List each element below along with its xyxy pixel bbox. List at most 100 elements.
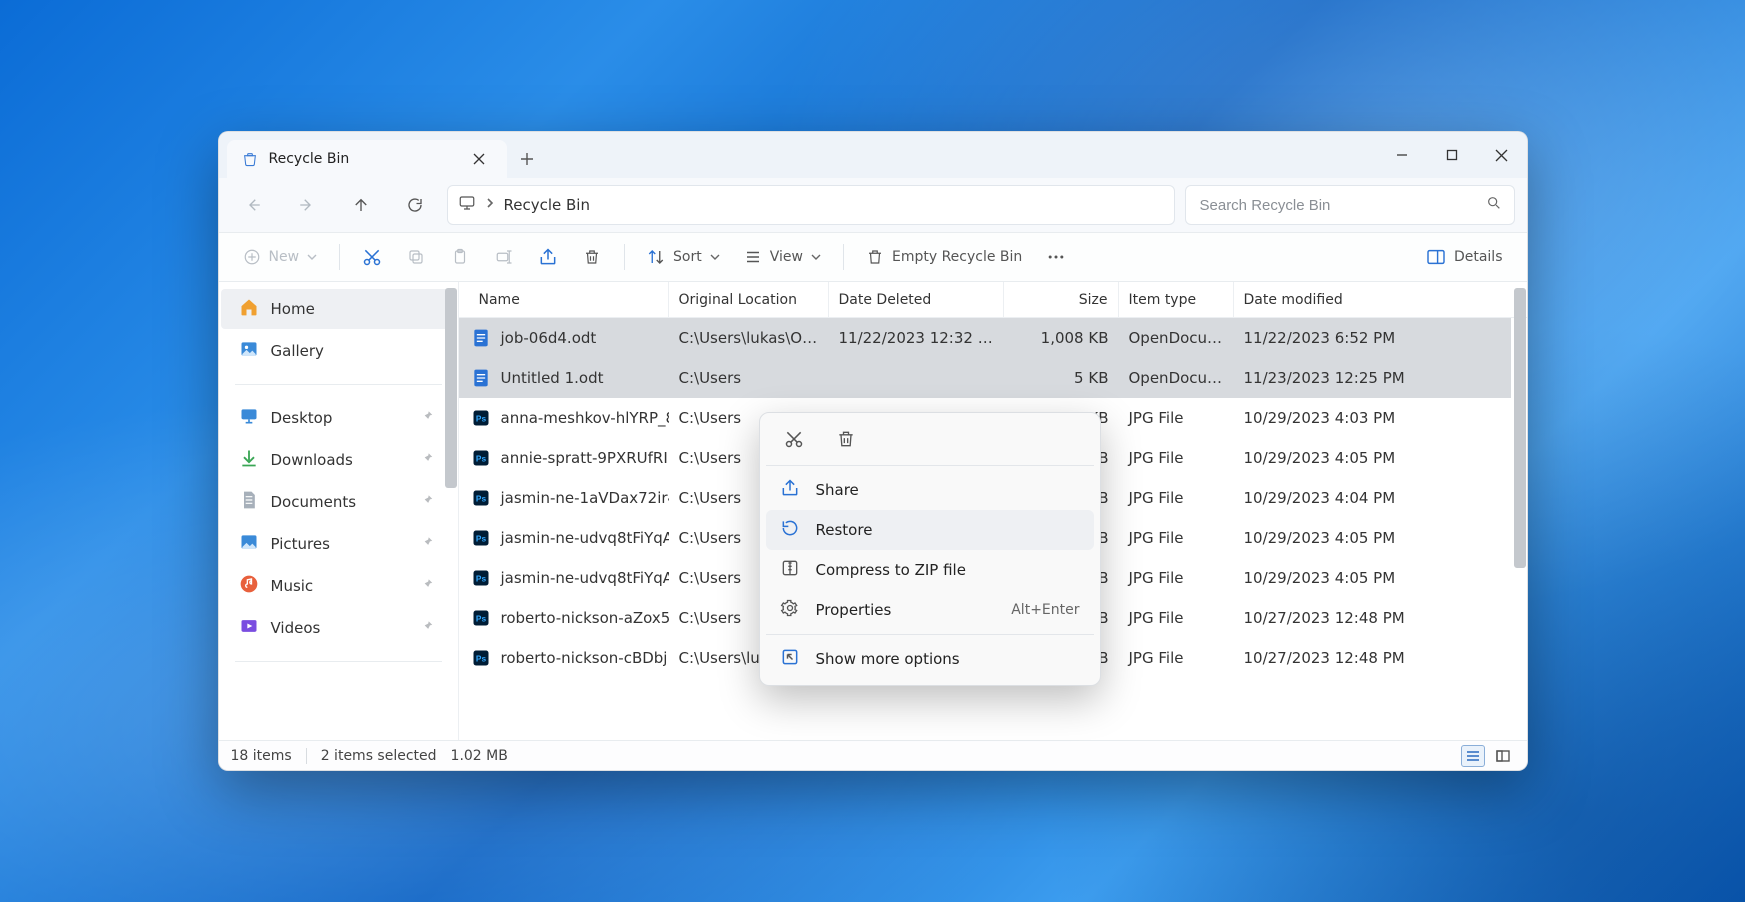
cell-date-modified: 11/22/2023 6:52 PM <box>1234 329 1511 347</box>
tab-close-button[interactable] <box>465 145 493 173</box>
details-pane-button[interactable]: Details <box>1416 239 1513 275</box>
file-icon <box>471 328 491 348</box>
file-icon: Ps <box>471 648 491 668</box>
cell-date-modified: 11/23/2023 12:25 PM <box>1234 369 1511 387</box>
chevron-down-icon <box>307 252 317 262</box>
col-name[interactable]: Name <box>459 282 669 317</box>
maximize-button[interactable] <box>1427 132 1477 178</box>
ctx-more-options[interactable]: Show more options <box>766 639 1094 679</box>
chevron-down-icon <box>710 252 720 262</box>
ctx-cut-button[interactable] <box>780 425 808 453</box>
sidebar-item-documents[interactable]: Documents <box>221 482 452 522</box>
pin-icon[interactable] <box>420 409 434 427</box>
pin-icon[interactable] <box>420 535 434 553</box>
sidebar-scrollbar[interactable] <box>444 282 458 740</box>
breadcrumb-location[interactable]: Recycle Bin <box>504 196 590 214</box>
ctx-restore[interactable]: Restore <box>766 510 1094 550</box>
paste-button[interactable] <box>440 239 480 275</box>
pictures-icon <box>239 532 259 556</box>
column-headers: Name Original Location Date Deleted Size… <box>459 282 1527 318</box>
file-name: anna-meshkov-hlYRP_8… <box>501 409 669 427</box>
sidebar-item-desktop[interactable]: Desktop <box>221 398 452 438</box>
ctx-delete-button[interactable] <box>832 425 860 453</box>
ctx-compress[interactable]: Compress to ZIP file <box>766 550 1094 590</box>
home-icon <box>239 297 259 321</box>
file-name: roberto-nickson-cBDbj… <box>501 649 669 667</box>
more-options-icon <box>780 647 800 671</box>
back-button[interactable] <box>231 185 275 225</box>
pin-icon[interactable] <box>420 577 434 595</box>
col-item-type[interactable]: Item type <box>1119 282 1234 317</box>
ctx-label: Properties <box>816 601 892 619</box>
sidebar-item-downloads[interactable]: Downloads <box>221 440 452 480</box>
ctx-label: Share <box>816 481 859 499</box>
close-window-button[interactable] <box>1477 132 1527 178</box>
svg-text:Ps: Ps <box>475 653 486 663</box>
forward-button[interactable] <box>285 185 329 225</box>
rename-button[interactable] <box>484 239 524 275</box>
share-button[interactable] <box>528 239 568 275</box>
file-explorer-window: Recycle Bin Recycle Bin <box>218 131 1528 771</box>
details-view-button[interactable] <box>1461 745 1485 767</box>
chevron-down-icon <box>811 252 821 262</box>
sidebar-item-home[interactable]: Home <box>221 289 452 329</box>
pin-icon[interactable] <box>420 619 434 637</box>
restore-icon <box>780 518 800 542</box>
cut-button[interactable] <box>352 239 392 275</box>
file-name: jasmin-ne-udvq8tFiYqA… <box>501 529 669 547</box>
ctx-label: Show more options <box>816 650 960 668</box>
empty-recycle-bin-button[interactable]: Empty Recycle Bin <box>856 239 1032 275</box>
ctx-properties[interactable]: Properties Alt+Enter <box>766 590 1094 630</box>
toolbar: New Sort View Empty Recycle Bin <box>219 232 1527 282</box>
up-button[interactable] <box>339 185 383 225</box>
cell-type: JPG File <box>1119 449 1234 467</box>
music-icon <box>239 574 259 598</box>
desktop-icon <box>239 406 259 430</box>
col-date-modified[interactable]: Date modified <box>1234 282 1511 317</box>
sidebar-item-music[interactable]: Music <box>221 566 452 606</box>
sidebar-divider <box>235 661 442 662</box>
sidebar-item-gallery[interactable]: Gallery <box>221 331 452 371</box>
search-box[interactable] <box>1185 185 1515 225</box>
cell-type: JPG File <box>1119 489 1234 507</box>
search-input[interactable] <box>1198 196 1478 215</box>
cell-date-modified: 10/27/2023 12:48 PM <box>1234 609 1511 627</box>
delete-button[interactable] <box>572 239 612 275</box>
sidebar-item-videos[interactable]: Videos <box>221 608 452 648</box>
share-icon <box>780 478 800 502</box>
sort-button[interactable]: Sort <box>637 239 730 275</box>
separator <box>339 244 340 270</box>
col-original-location[interactable]: Original Location <box>669 282 829 317</box>
copy-button[interactable] <box>396 239 436 275</box>
tab-recycle-bin[interactable]: Recycle Bin <box>227 140 507 178</box>
ctx-separator <box>766 634 1094 635</box>
pin-icon[interactable] <box>420 493 434 511</box>
cell-date-deleted: 11/22/2023 12:32 PM <box>829 329 1004 347</box>
col-size[interactable]: Size <box>1004 282 1119 317</box>
table-row[interactable]: job-06d4.odtC:\Users\lukas\One…11/22/202… <box>459 318 1511 358</box>
table-row[interactable]: Untitled 1.odtC:\Users5 KBOpenDocum…11/2… <box>459 358 1511 398</box>
window-controls <box>1377 132 1527 178</box>
separator <box>843 244 844 270</box>
pin-icon[interactable] <box>420 451 434 469</box>
new-button[interactable]: New <box>233 239 328 275</box>
new-tab-button[interactable] <box>507 140 547 178</box>
context-menu: Share Restore Compress to ZIP file Prope… <box>759 412 1101 686</box>
ctx-share[interactable]: Share <box>766 470 1094 510</box>
more-button[interactable] <box>1036 239 1076 275</box>
sidebar-label: Documents <box>271 493 357 511</box>
cell-type: JPG File <box>1119 649 1234 667</box>
refresh-button[interactable] <box>393 185 437 225</box>
separator <box>306 748 307 764</box>
sidebar-item-pictures[interactable]: Pictures <box>221 524 452 564</box>
sidebar-label: Music <box>271 577 314 595</box>
main-scrollbar[interactable] <box>1513 282 1527 740</box>
cell-type: JPG File <box>1119 569 1234 587</box>
address-bar[interactable]: Recycle Bin <box>447 185 1175 225</box>
thumbnails-view-button[interactable] <box>1491 745 1515 767</box>
minimize-button[interactable] <box>1377 132 1427 178</box>
view-button[interactable]: View <box>734 239 831 275</box>
ctx-label: Restore <box>816 521 873 539</box>
col-date-deleted[interactable]: Date Deleted <box>829 282 1004 317</box>
ctx-label: Compress to ZIP file <box>816 561 966 579</box>
